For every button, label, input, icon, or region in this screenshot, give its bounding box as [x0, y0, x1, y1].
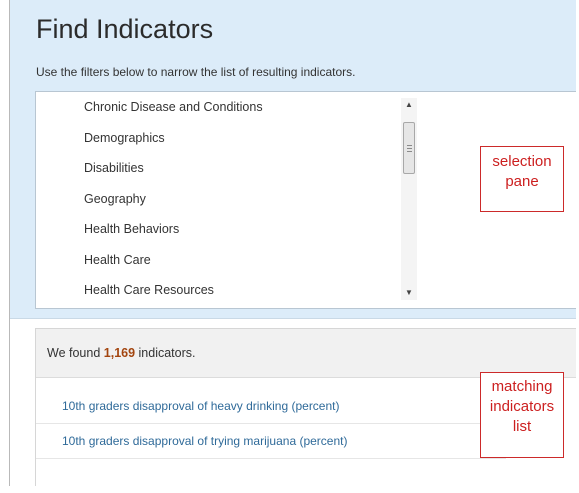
list-item: 10th graders disapproval of trying marij… [36, 424, 506, 459]
callout-line: pane [505, 173, 539, 190]
results-suffix: indicators. [135, 346, 196, 360]
matching-indicators-list: 10th graders disapproval of heavy drinki… [36, 389, 506, 459]
selection-pane-callout: selection pane [480, 146, 564, 212]
list-item: 10th graders disapproval of heavy drinki… [36, 389, 506, 424]
callout-line: list [512, 418, 532, 435]
matching-list-callout: matching indicators list [480, 372, 564, 458]
results-count: 1,169 [103, 346, 136, 360]
instructions-text: Use the filters below to narrow the list… [36, 65, 356, 79]
results-prefix: We found [47, 346, 104, 360]
category-item-disabilities[interactable]: Disabilities [84, 160, 263, 191]
indicator-link-heavy-drinking[interactable]: 10th graders disapproval of heavy drinki… [62, 399, 340, 413]
callout-line: matching [491, 378, 553, 395]
indicator-link-marijuana[interactable]: 10th graders disapproval of trying marij… [62, 434, 347, 448]
category-item-chronic-disease[interactable]: Chronic Disease and Conditions [84, 99, 263, 130]
app-frame: Find Indicators Use the filters below to… [9, 0, 576, 486]
page-title: Find Indicators [36, 14, 214, 44]
grip-line [407, 148, 412, 149]
category-list: Chronic Disease and Conditions Demograph… [84, 99, 263, 313]
category-item-health-care-resources[interactable]: Health Care Resources [84, 282, 263, 313]
category-item-health-care[interactable]: Health Care [84, 252, 263, 283]
grip-line [407, 151, 412, 152]
category-scrollbar[interactable]: ▲ ▼ [401, 98, 417, 300]
callout-line: selection [492, 153, 552, 170]
scroll-down-arrow-icon[interactable]: ▼ [401, 286, 417, 300]
grip-line [407, 145, 412, 146]
category-item-demographics[interactable]: Demographics [84, 130, 263, 161]
results-summary: We found 1,169 indicators. [36, 329, 576, 378]
scrollbar-thumb[interactable] [403, 122, 415, 174]
scroll-up-arrow-icon[interactable]: ▲ [401, 98, 417, 112]
category-item-health-behaviors[interactable]: Health Behaviors [84, 221, 263, 252]
category-item-geography[interactable]: Geography [84, 191, 263, 222]
callout-line: indicators [489, 398, 555, 415]
